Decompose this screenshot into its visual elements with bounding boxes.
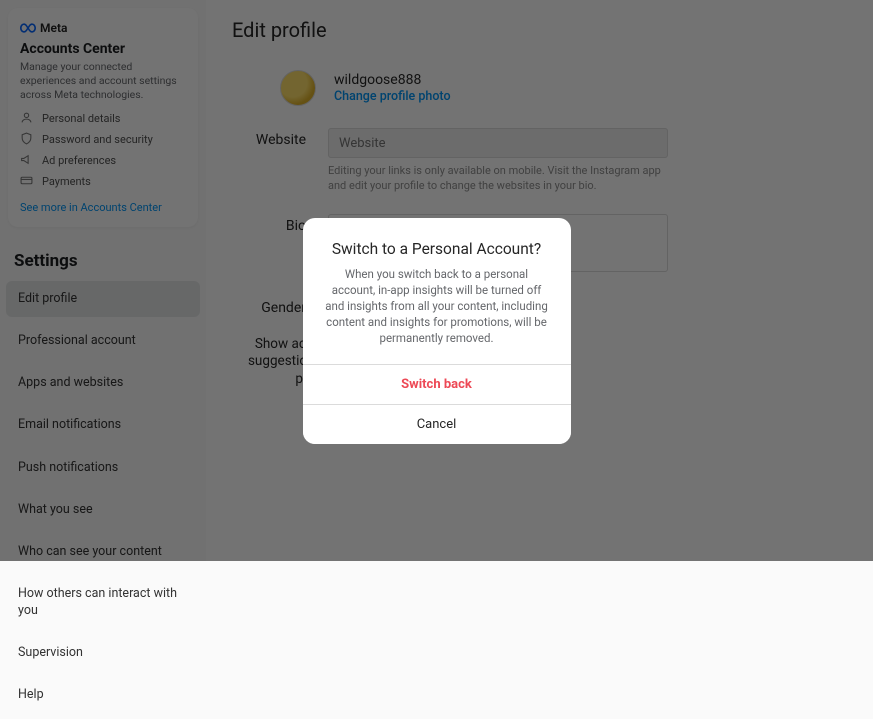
- cancel-button[interactable]: Cancel: [303, 404, 571, 444]
- nav-help[interactable]: Help: [6, 677, 200, 713]
- switch-account-modal: Switch to a Personal Account? When you s…: [303, 218, 571, 444]
- modal-overlay[interactable]: Switch to a Personal Account? When you s…: [0, 0, 873, 561]
- switch-back-button[interactable]: Switch back: [303, 364, 571, 404]
- nav-supervision[interactable]: Supervision: [6, 635, 200, 671]
- modal-title: Switch to a Personal Account?: [323, 240, 551, 258]
- nav-how-others-interact[interactable]: How others can interact with you: [6, 576, 200, 629]
- modal-description: When you switch back to a personal accou…: [323, 266, 551, 346]
